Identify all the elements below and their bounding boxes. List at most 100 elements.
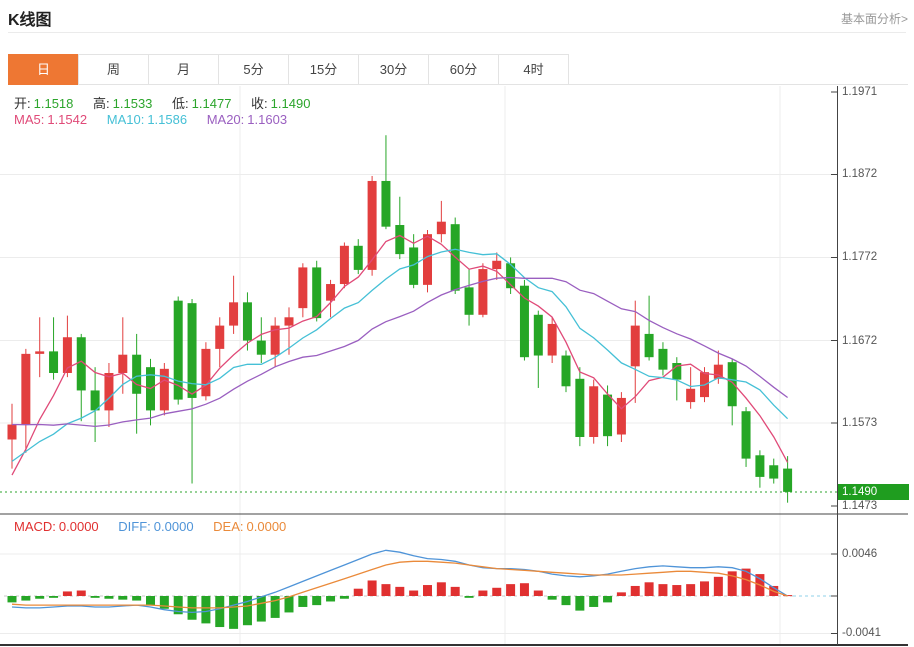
macd-histogram-bar — [229, 596, 238, 629]
macd-histogram-bar — [437, 582, 446, 596]
macd-label: MACD: — [14, 519, 56, 534]
macd-histogram-bar — [49, 596, 58, 598]
candle-body — [658, 349, 667, 370]
candle-body — [215, 326, 224, 349]
candle-body — [35, 351, 44, 353]
macd-histogram-bar — [104, 596, 113, 599]
dea-line — [12, 561, 788, 608]
candle-body — [298, 267, 307, 308]
high-label: 高: — [93, 96, 110, 111]
candle-body — [243, 302, 252, 340]
ma20-label: MA20: — [207, 112, 245, 127]
price-axis-label: 1.1573 — [842, 417, 877, 429]
price-axis-label: 1.1772 — [842, 251, 877, 263]
candle-body — [548, 324, 557, 356]
macd-histogram-bar — [8, 596, 17, 602]
candle-body — [340, 246, 349, 284]
macd-axis-label: 0.0046 — [842, 548, 877, 560]
macd-histogram-bar — [368, 580, 377, 596]
candle-body — [575, 379, 584, 437]
macd-histogram-bar — [589, 596, 598, 607]
candle-body — [395, 225, 404, 254]
tab-day[interactable]: 日 — [8, 54, 79, 85]
price-axis-label: 1.1672 — [842, 335, 877, 347]
macd-histogram-bar — [714, 577, 723, 596]
macd-histogram-bar — [215, 596, 224, 627]
macd-histogram-bar — [409, 591, 418, 596]
macd-histogram-bar — [395, 587, 404, 596]
diff-line — [12, 550, 788, 612]
macd-value: 0.0000 — [59, 519, 99, 534]
current-price-badge: 1.1490 — [838, 484, 909, 500]
ohlc-legend: 开:1.1518 高:1.1533 低:1.1477 收:1.1490 — [14, 93, 326, 112]
macd-histogram-bar — [35, 596, 44, 599]
macd-histogram-bar — [132, 596, 141, 601]
candle-body — [423, 234, 432, 285]
macd-histogram-bar — [201, 596, 210, 623]
diff-label: DIFF: — [118, 519, 151, 534]
ma5-value: 1.1542 — [47, 112, 87, 127]
macd-histogram-bar — [465, 596, 474, 598]
candle-body — [534, 315, 543, 356]
open-value: 1.1518 — [34, 96, 74, 111]
candle-body — [132, 355, 141, 394]
price-axis-label: 1.1473 — [842, 500, 877, 512]
candle-body — [21, 354, 30, 425]
macd-histogram-bar — [21, 596, 30, 601]
candle-body — [645, 334, 654, 357]
ma10-value: 1.1586 — [147, 112, 187, 127]
candle-body — [118, 355, 127, 373]
candle-body — [160, 369, 169, 411]
ma10-label: MA10: — [107, 112, 145, 127]
ma5-label: MA5: — [14, 112, 44, 127]
macd-histogram-bar — [548, 596, 557, 600]
candle-body — [686, 389, 695, 402]
candle-body — [769, 465, 778, 478]
candle-body — [728, 362, 737, 406]
candle-body — [755, 455, 764, 477]
candle-body — [257, 341, 266, 355]
macd-histogram-bar — [257, 596, 266, 622]
low-value: 1.1477 — [192, 96, 232, 111]
tab-4hour[interactable]: 4时 — [498, 54, 569, 85]
diff-value: 0.0000 — [154, 519, 194, 534]
macd-histogram-bar — [534, 591, 543, 596]
candle-body — [312, 267, 321, 318]
close-value: 1.1490 — [271, 96, 311, 111]
candle-body — [520, 286, 529, 357]
macd-histogram-bar — [603, 596, 612, 602]
macd-histogram-bar — [63, 591, 72, 596]
ma5-line — [12, 236, 788, 476]
low-label: 低: — [172, 96, 189, 111]
macd-histogram-bar — [451, 587, 460, 596]
macd-histogram-bar — [77, 591, 86, 596]
macd-histogram-bar — [312, 596, 321, 605]
macd-histogram-bar — [631, 586, 640, 596]
tab-60min[interactable]: 60分 — [428, 54, 499, 85]
tab-week[interactable]: 周 — [78, 54, 149, 85]
candle-body — [589, 386, 598, 437]
high-value: 1.1533 — [113, 96, 153, 111]
tab-30min[interactable]: 30分 — [358, 54, 429, 85]
ma10-line — [12, 249, 788, 461]
macd-histogram-bar — [506, 584, 515, 596]
macd-histogram-bar — [285, 596, 294, 612]
macd-histogram-bar — [354, 589, 363, 596]
tab-month[interactable]: 月 — [148, 54, 219, 85]
candle-body — [437, 222, 446, 234]
candle-body — [285, 317, 294, 325]
candle-body — [783, 469, 792, 492]
dea-value: 0.0000 — [247, 519, 287, 534]
macd-histogram-bar — [298, 596, 307, 607]
tab-15min[interactable]: 15分 — [288, 54, 359, 85]
open-label: 开: — [14, 96, 31, 111]
macd-histogram-bar — [340, 596, 349, 599]
macd-axis-label: -0.0041 — [842, 627, 881, 639]
macd-histogram-bar — [686, 584, 695, 596]
macd-histogram-bar — [423, 585, 432, 596]
candle-body — [201, 349, 210, 396]
ma20-line — [12, 278, 788, 427]
price-axis-label: 1.1971 — [842, 86, 877, 98]
tab-5min[interactable]: 5分 — [218, 54, 289, 85]
macd-histogram-bar — [562, 596, 571, 605]
